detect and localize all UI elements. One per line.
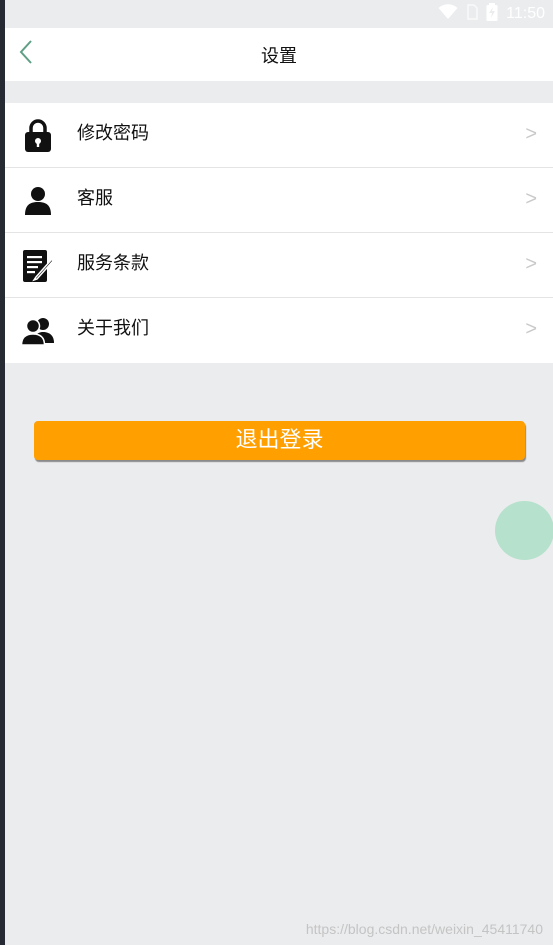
status-icons: 11:50 xyxy=(438,3,545,25)
logout-button[interactable]: 退出登录 xyxy=(34,421,525,460)
chevron-right-icon: > xyxy=(525,123,537,145)
floating-action-button[interactable] xyxy=(495,501,553,560)
group-icon xyxy=(21,314,55,348)
menu-item-label: 修改密码 xyxy=(77,123,149,144)
menu-item-about-us[interactable]: 关于我们 > xyxy=(5,298,553,363)
menu-item-label: 关于我们 xyxy=(77,318,149,339)
page-title: 设置 xyxy=(261,46,297,67)
wifi-icon xyxy=(438,4,458,24)
lock-icon xyxy=(21,119,55,153)
chevron-right-icon: > xyxy=(525,253,537,275)
menu-item-label: 服务条款 xyxy=(77,253,149,274)
status-time: 11:50 xyxy=(506,5,545,22)
menu-item-customer-service[interactable]: 客服 > xyxy=(5,168,553,233)
menu-item-terms-of-service[interactable]: 服务条款 > xyxy=(5,233,553,298)
person-icon xyxy=(21,184,55,218)
menu-item-label: 客服 xyxy=(77,188,113,209)
chevron-right-icon: > xyxy=(525,318,537,340)
phone-screen: 11:50 设置 修改密码 > 客服 > 服务条款 > 关于我们 > 退出登录 … xyxy=(5,0,553,945)
battery-charging-icon xyxy=(486,3,498,25)
status-bar: 11:50 xyxy=(5,0,553,28)
menu-item-change-password[interactable]: 修改密码 > xyxy=(5,103,553,168)
settings-menu: 修改密码 > 客服 > 服务条款 > 关于我们 > xyxy=(5,103,553,363)
document-edit-icon xyxy=(21,249,55,283)
chevron-right-icon: > xyxy=(525,188,537,210)
sim-icon xyxy=(466,4,478,24)
header-bar: 设置 xyxy=(5,28,553,81)
watermark: https://blog.csdn.net/weixin_45411740 xyxy=(305,921,543,937)
